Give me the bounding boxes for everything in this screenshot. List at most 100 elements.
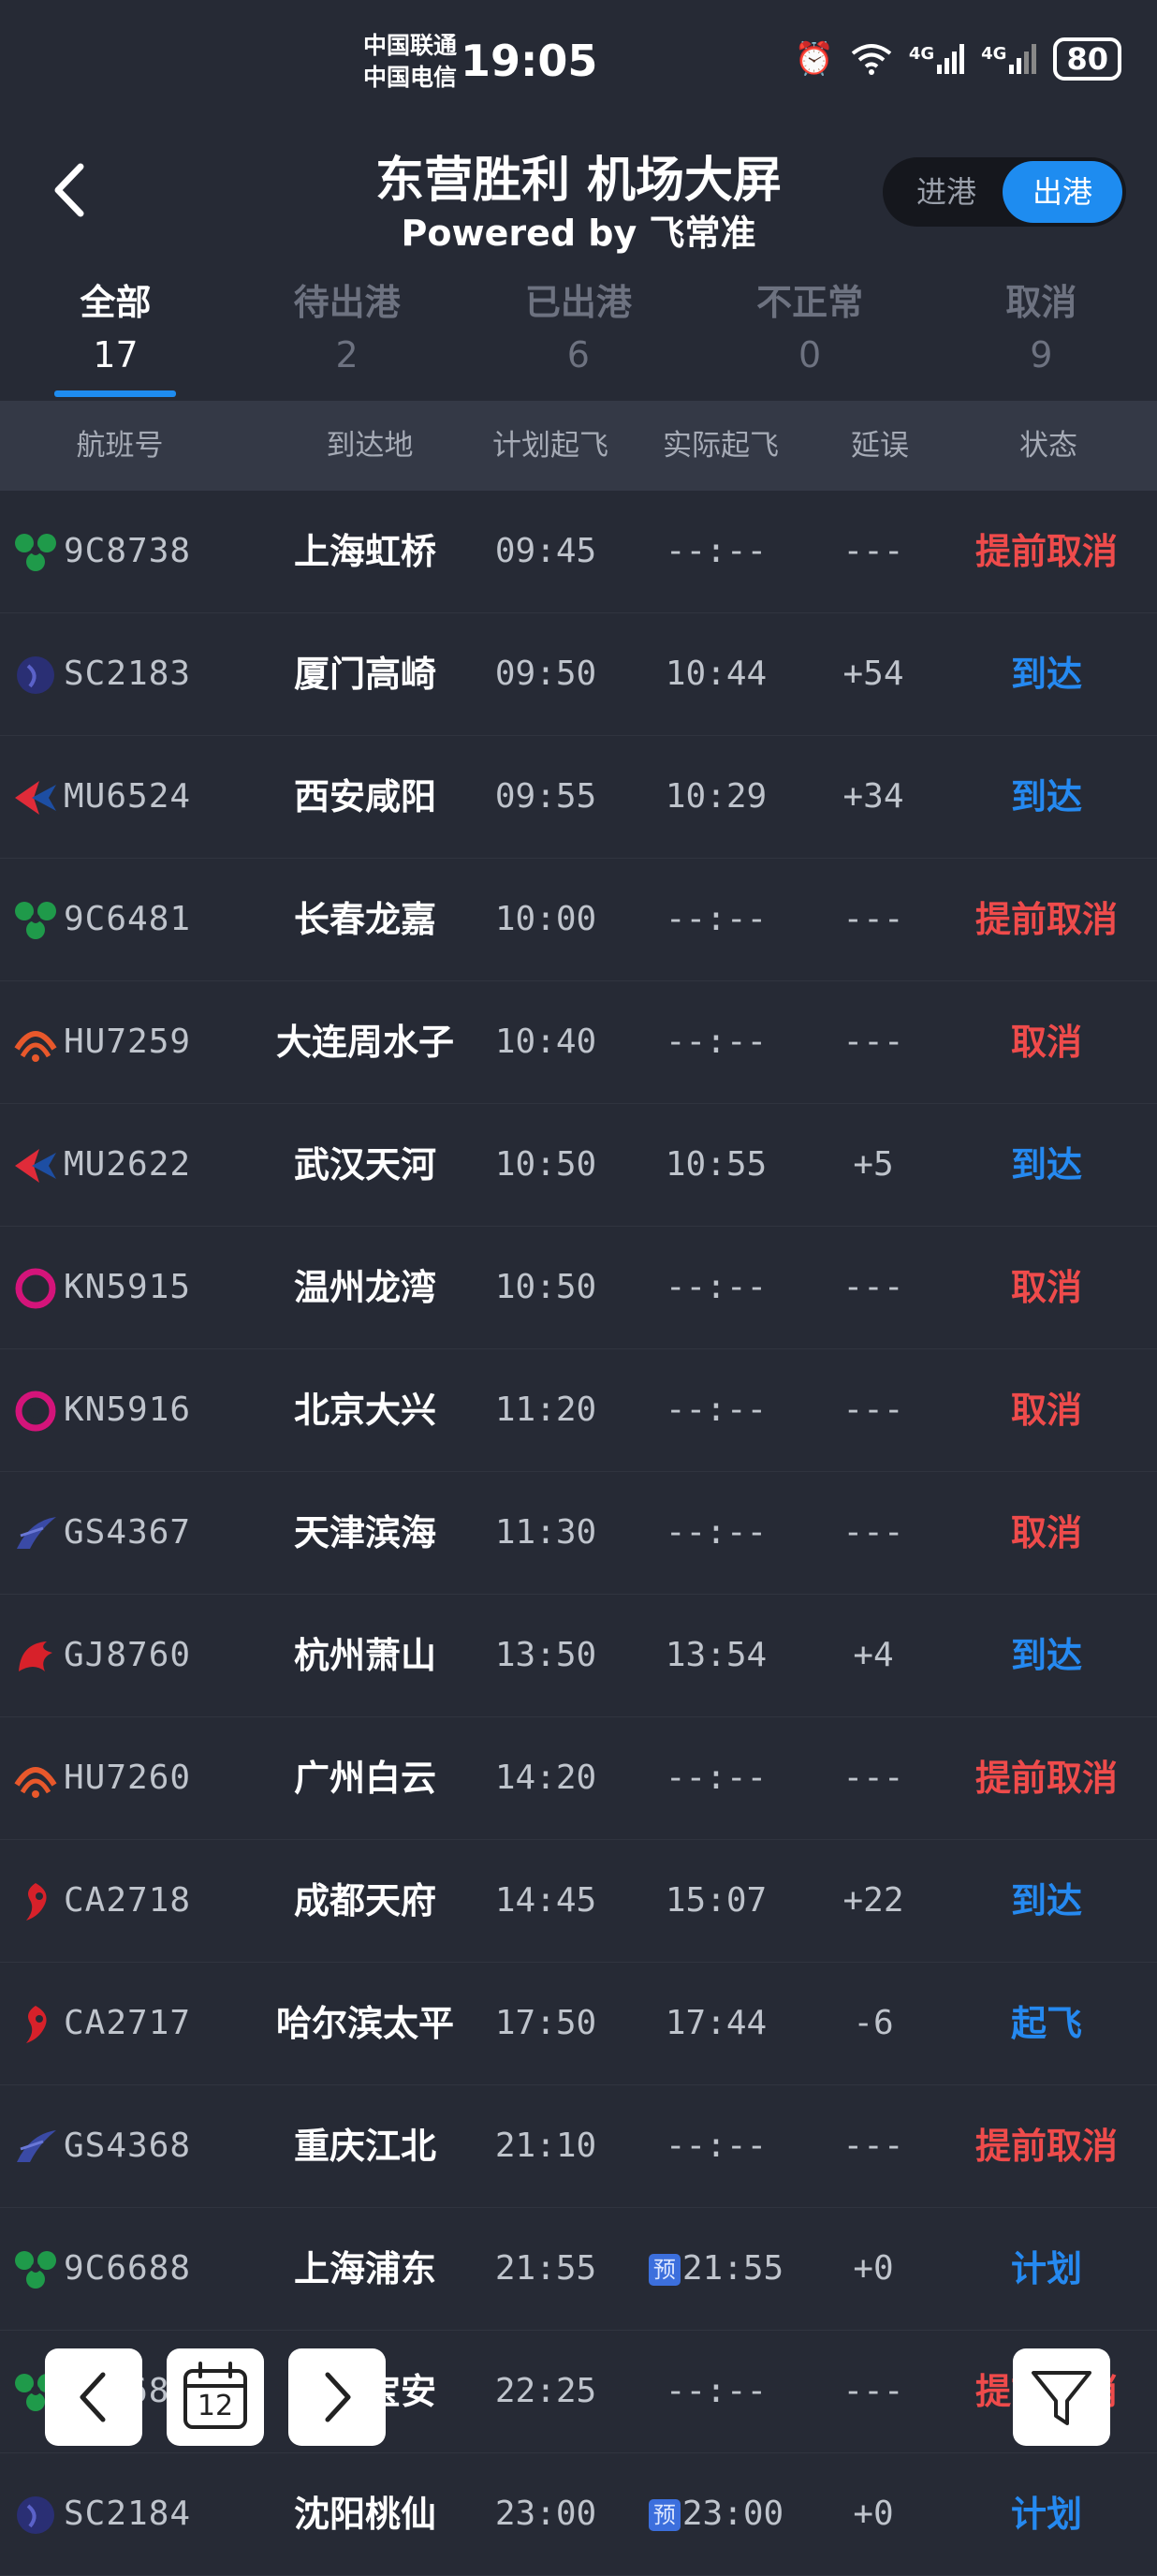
flight-number: SC2183 <box>64 655 192 693</box>
china-united-logo-icon <box>11 1389 60 1434</box>
scheduled-departure: 11:20 <box>494 1391 597 1429</box>
scheduled-departure: 13:50 <box>494 1636 597 1674</box>
flight-status: 计划 <box>1010 2248 1082 2289</box>
delay-minutes: --- <box>842 900 904 938</box>
arrival-departure-toggle: 进港 出港 <box>883 157 1126 227</box>
tab-pending[interactable]: 待出港 2 <box>231 273 462 397</box>
flight-row[interactable]: MU2622 武汉天河 10:50 10:55 +5 到达 <box>0 1104 1157 1227</box>
flight-row[interactable]: 9C8738 上海虹桥 09:45 --:-- --- 提前取消 <box>0 491 1157 613</box>
delay-minutes: -6 <box>853 2004 894 2042</box>
actual-time: 21:55 <box>681 2249 784 2288</box>
destination: 重庆江北 <box>293 2126 436 2167</box>
status-time: 19:05 <box>461 36 598 86</box>
tab-count: 2 <box>335 334 359 375</box>
destination: 成都天府 <box>293 1880 436 1921</box>
destination: 北京大兴 <box>293 1390 436 1431</box>
spring-airlines-logo-icon <box>11 530 60 575</box>
actual-departure: --:-- <box>637 859 796 980</box>
flight-number: HU7260 <box>64 1759 192 1797</box>
flight-status: 到达 <box>1010 776 1082 817</box>
scheduled-departure: 21:55 <box>494 2249 597 2288</box>
flight-row[interactable]: CA2717 哈尔滨太平 17:50 17:44 -6 起飞 <box>0 1963 1157 2085</box>
delay-minutes: +4 <box>853 1636 894 1674</box>
flight-row[interactable]: MU6524 西安咸阳 09:55 10:29 +34 到达 <box>0 736 1157 859</box>
flight-row[interactable]: CA2718 成都天府 14:45 15:07 +22 到达 <box>0 1840 1157 1963</box>
previous-day-button[interactable] <box>45 2348 142 2446</box>
china-eastern-logo-icon <box>11 1143 60 1188</box>
flight-row[interactable]: 9C6481 长春龙嘉 10:00 --:-- --- 提前取消 <box>0 859 1157 981</box>
actual-time: 13:54 <box>665 1636 768 1674</box>
actual-departure: 17:44 <box>637 1963 796 2084</box>
flight-number: MU6524 <box>64 777 192 816</box>
col-status: 状态 <box>1019 429 1077 463</box>
tab-count: 9 <box>1030 334 1053 375</box>
actual-departure: --:-- <box>637 2331 796 2452</box>
delay-minutes: --- <box>842 1513 904 1552</box>
flight-status: 提前取消 <box>974 2126 1118 2167</box>
flight-list: 9C8738 上海虹桥 09:45 --:-- --- 提前取消 SC2183 厦门高崎 09:… <box>0 491 1157 2576</box>
destination: 沈阳桃仙 <box>293 2494 436 2535</box>
flight-row[interactable]: KN5915 温州龙湾 10:50 --:-- --- 取消 <box>0 1227 1157 1349</box>
flight-status: 到达 <box>1010 1880 1082 1921</box>
tab-all[interactable]: 全部 17 <box>0 273 231 397</box>
flight-row[interactable]: GS4368 重庆江北 21:10 --:-- --- 提前取消 <box>0 2085 1157 2208</box>
delay-minutes: --- <box>842 2127 904 2165</box>
shandong-airlines-logo-icon <box>11 2493 60 2538</box>
flight-row[interactable]: SC2184 沈阳桃仙 23:00 预 23:00 +0 计划 <box>0 2453 1157 2576</box>
estimated-badge: 预 <box>648 2254 681 2286</box>
next-day-button[interactable] <box>288 2348 386 2446</box>
tab-abnormal[interactable]: 不正常 0 <box>695 273 926 397</box>
tab-label: 不正常 <box>756 282 864 323</box>
scheduled-departure: 10:50 <box>494 1268 597 1306</box>
delay-minutes: --- <box>842 532 904 570</box>
china-united-logo-icon <box>11 1266 60 1311</box>
wifi-icon <box>851 44 892 75</box>
tab-label: 待出港 <box>293 282 401 323</box>
actual-time: --:-- <box>665 1759 768 1797</box>
col-destination: 到达地 <box>326 429 414 463</box>
flight-status: 取消 <box>1010 1512 1082 1553</box>
scheduled-departure: 11:30 <box>494 1513 597 1552</box>
delay-minutes: --- <box>842 1391 904 1429</box>
estimated-badge: 预 <box>648 2499 681 2531</box>
calendar-button[interactable]: 12 <box>167 2348 264 2446</box>
filter-button[interactable] <box>1013 2348 1110 2446</box>
actual-departure: --:-- <box>637 491 796 612</box>
tab-label: 全部 <box>80 282 152 323</box>
flight-row[interactable]: KN5916 北京大兴 11:20 --:-- --- 取消 <box>0 1349 1157 1472</box>
carrier-labels: 中国联通 中国电信 <box>363 30 457 94</box>
scheduled-departure: 22:25 <box>494 2372 597 2410</box>
scheduled-departure: 14:20 <box>494 1759 597 1797</box>
destination: 广州白云 <box>293 1758 436 1799</box>
network-type-1: 4G <box>908 44 935 64</box>
tab-cancelled[interactable]: 取消 9 <box>926 273 1157 397</box>
flight-row[interactable]: GS4367 天津滨海 11:30 --:-- --- 取消 <box>0 1472 1157 1595</box>
flight-row[interactable]: HU7259 大连周水子 10:40 --:-- --- 取消 <box>0 981 1157 1104</box>
carrier-2: 中国电信 <box>363 64 458 91</box>
table-header: 航班号 到达地 计划起飞 实际起飞 延误 状态 <box>0 401 1157 491</box>
actual-time: 17:44 <box>665 2004 768 2042</box>
flight-row[interactable]: GJ8760 杭州萧山 13:50 13:54 +4 到达 <box>0 1595 1157 1717</box>
air-china-logo-icon <box>11 1879 60 1924</box>
scheduled-departure: 17:50 <box>494 2004 597 2042</box>
delay-minutes: --- <box>842 2372 904 2410</box>
flight-number: CA2717 <box>64 2004 192 2042</box>
flight-row[interactable]: 9C6688 上海浦东 21:55 预 21:55 +0 计划 <box>0 2208 1157 2331</box>
flight-number: 9C8738 <box>64 532 192 570</box>
toggle-departures[interactable]: 出港 <box>1003 161 1122 223</box>
flight-row[interactable]: HU7260 广州白云 14:20 --:-- --- 提前取消 <box>0 1717 1157 1840</box>
tab-label: 取消 <box>1005 282 1077 323</box>
flight-row[interactable]: SC2183 厦门高崎 09:50 10:44 +54 到达 <box>0 613 1157 736</box>
flight-number: HU7259 <box>64 1023 192 1061</box>
delay-minutes: +0 <box>853 2249 894 2288</box>
destination: 长春龙嘉 <box>293 899 436 940</box>
spring-airlines-logo-icon <box>11 898 60 943</box>
actual-departure: 预 23:00 <box>637 2453 796 2575</box>
status-bar: 中国联通 中国电信 19:05 ⏰ 4G 4G 80 <box>0 0 1157 131</box>
chevron-left-icon <box>80 2372 106 2422</box>
scheduled-departure: 09:45 <box>494 532 597 570</box>
delay-minutes: --- <box>842 1759 904 1797</box>
toggle-arrivals[interactable]: 进港 <box>890 161 1003 223</box>
actual-departure: 15:07 <box>637 1840 796 1962</box>
tab-departed[interactable]: 已出港 6 <box>462 273 694 397</box>
